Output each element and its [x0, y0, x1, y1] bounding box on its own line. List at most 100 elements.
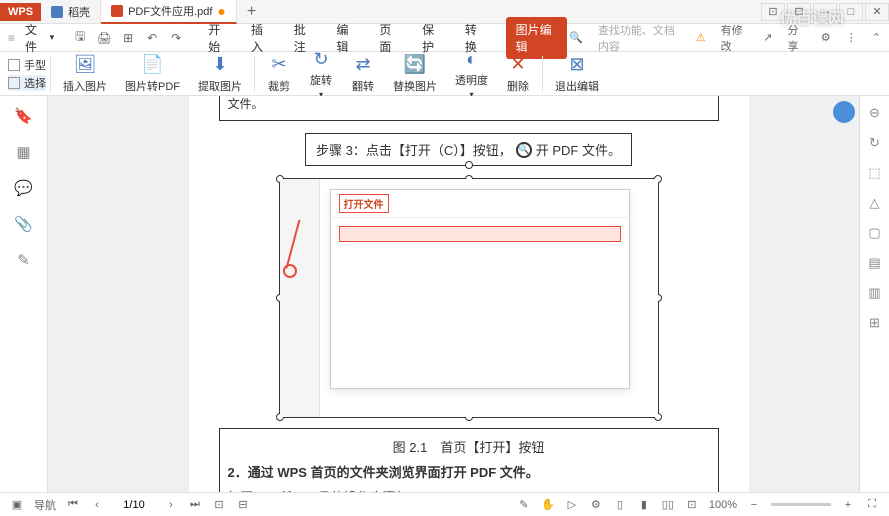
replace-icon: 🔄: [403, 54, 427, 76]
zoom-value[interactable]: 100%: [709, 499, 737, 511]
ribbon-tabs: 开始 插入 批注 编辑 页面 保护 转换 图片编辑: [206, 17, 567, 59]
file-list: [331, 218, 629, 264]
text-box-1: 文件。: [219, 96, 719, 121]
caption-bold: 2．通过 WPS 首页的文件夹浏览界面打开 PDF 文件。: [228, 462, 710, 481]
dialog-title: 打开文件: [331, 190, 629, 218]
bookmark-icon[interactable]: 🔖: [14, 106, 34, 126]
page-input[interactable]: [114, 499, 154, 511]
thumbnail-icon[interactable]: ▦: [14, 142, 34, 162]
comment-icon[interactable]: 💬: [14, 178, 34, 198]
undo-icon[interactable]: ↶: [144, 30, 160, 46]
file-row: [339, 242, 621, 256]
hand-tool[interactable]: 手型: [8, 57, 46, 73]
figure-caption: 图 2.1 首页【打开】按钮: [228, 437, 710, 456]
inner-sidebar: [280, 179, 320, 417]
tab-label: 稻壳: [68, 4, 90, 20]
warning-icon: ⚠: [696, 31, 706, 44]
close-button[interactable]: ✕: [865, 3, 889, 21]
crop-icon[interactable]: ⬚: [866, 164, 884, 182]
right-sidebar: ⊖ ↻ ⬚ △ ▢ ▤ ▥ ⊞: [859, 96, 889, 492]
text-line: 文件。: [228, 96, 710, 112]
hand-icon: [8, 59, 20, 71]
select-icon: [8, 77, 20, 89]
menubar: ≡ 文件 ▾ 🖫 🖨 ⊞ ↶ ↷ 开始 插入 批注 编辑 页面 保护 转换 图片…: [0, 24, 889, 52]
extract-image-tool[interactable]: ⬇提取图片: [190, 54, 250, 94]
caption-text: 如图 2.2 所示，具体操作步骤如下：: [228, 487, 710, 492]
step-text-b: 开 PDF 文件。: [536, 140, 621, 159]
delete-icon: ✕: [506, 54, 530, 76]
rotate-tool[interactable]: ↻旋转▾: [301, 48, 341, 99]
img-to-pdf-icon: 📄: [141, 54, 165, 76]
caption-box: 图 2.1 首页【打开】按钮 2．通过 WPS 首页的文件夹浏览界面打开 PDF…: [219, 428, 719, 492]
opacity-tool[interactable]: ◐透明度▾: [447, 48, 496, 99]
insert-image-icon: 🖼: [73, 54, 97, 76]
select-tool[interactable]: 选择: [8, 75, 46, 91]
open-file-dialog: 打开文件: [330, 189, 630, 389]
tab-page[interactable]: 页面: [377, 17, 402, 59]
zoom-slider[interactable]: [771, 503, 831, 506]
daoke-icon: [51, 6, 63, 18]
left-sidebar: 🔖 ▦ 💬 📎 ✎: [0, 96, 48, 492]
more-icon[interactable]: ⋮: [846, 31, 857, 44]
list-icon[interactable]: ▥: [866, 284, 884, 302]
gallery-icon[interactable]: ▢: [866, 224, 884, 242]
magnifier-icon: 🔍: [516, 142, 532, 158]
tab-protect[interactable]: 保护: [420, 17, 445, 59]
extract-image-icon: ⬇: [208, 54, 232, 76]
flip-tool[interactable]: ⇄翻转: [343, 54, 383, 94]
document-viewport[interactable]: ⊖ ↻ ⬚ △ ▢ ▤ ▥ ⊞ 文件。 步骤 3：点击【打开（C）】按钮， 🔍 …: [48, 96, 889, 492]
toolbar: 手型 选择 🖼插入图片 📄图片转PDF ⬇提取图片 ✂裁剪 ↻旋转▾ ⇄翻转 🔄…: [0, 52, 889, 96]
search-placeholder[interactable]: 查找功能、文档内容: [598, 22, 681, 54]
user-avatar[interactable]: [833, 101, 855, 123]
share-icon[interactable]: ↗: [763, 31, 772, 44]
refresh-icon[interactable]: ↻: [866, 134, 884, 152]
tool-mode-group: 手型 选择: [8, 57, 46, 91]
chevron-down-icon: ▾: [50, 32, 55, 43]
more-icon[interactable]: ⊞: [866, 314, 884, 332]
doc-icon[interactable]: ▤: [866, 254, 884, 272]
opacity-icon: ◐: [460, 48, 484, 70]
save-icon[interactable]: 🖫: [72, 30, 88, 46]
watermark: 优百课网: [780, 5, 844, 29]
insert-image-tool[interactable]: 🖼插入图片: [55, 54, 115, 94]
crop-tool[interactable]: ✂裁剪: [259, 54, 299, 94]
file-label: 文件: [25, 21, 47, 55]
rotate-icon: ↻: [309, 48, 333, 70]
crop-icon: ✂: [267, 54, 291, 76]
settings-icon[interactable]: ⚙: [821, 31, 831, 44]
nav-label[interactable]: 导航: [34, 497, 56, 513]
tab-image-edit[interactable]: 图片编辑: [506, 17, 568, 59]
flip-icon: ⇄: [351, 54, 375, 76]
tab-label: PDF文件应用.pdf: [128, 3, 212, 19]
replace-image-tool[interactable]: 🔄替换图片: [385, 54, 445, 94]
pdf-page: 文件。 步骤 3：点击【打开（C）】按钮， 🔍 开 PDF 文件。: [189, 96, 749, 492]
annotation-circle: [283, 264, 297, 278]
file-row-selected: [339, 226, 621, 242]
delete-tool[interactable]: ✕删除: [498, 54, 538, 94]
exit-edit-tool[interactable]: ⊠退出编辑: [547, 54, 607, 94]
search-icon[interactable]: 🔍: [569, 31, 583, 44]
main-area: 🔖 ▦ 💬 📎 ✎ ⊖ ↻ ⬚ △ ▢ ▤ ▥ ⊞ 文件。 步骤 3：点击【打开…: [0, 96, 889, 492]
selected-image[interactable]: 打开文件: [279, 178, 659, 418]
quick-access: 🖫 🖨 ⊞ ↶ ↷: [72, 30, 184, 46]
print-icon[interactable]: 🖨: [96, 30, 112, 46]
tab-insert[interactable]: 插入: [249, 17, 274, 59]
pdf-icon: [111, 5, 123, 17]
statusbar: ▣ 导航 ⏮ ‹ › ⏭ ⊡ ⊟ ✎ ✋ ▷ ⚙ ▯ ▮ ▯▯ ⊡ 100% −…: [0, 492, 889, 516]
qr-icon[interactable]: ⊞: [120, 30, 136, 46]
attachment-icon[interactable]: 📎: [14, 214, 34, 234]
zoom-out-icon[interactable]: ⊖: [866, 104, 884, 122]
warning-icon[interactable]: △: [866, 194, 884, 212]
file-menu[interactable]: 文件 ▾: [17, 19, 62, 57]
tab-start[interactable]: 开始: [206, 17, 231, 59]
redo-icon[interactable]: ↷: [168, 30, 184, 46]
modified-label: 有修改: [721, 22, 749, 54]
embedded-screenshot: 打开文件: [280, 179, 658, 417]
expand-icon[interactable]: ⌃: [872, 31, 881, 44]
menu-grip-icon: ≡: [8, 31, 15, 45]
rotate-handle[interactable]: [465, 161, 473, 169]
img-to-pdf-tool[interactable]: 📄图片转PDF: [117, 54, 188, 94]
step-text-a: 步骤 3：点击【打开（C）】按钮，: [316, 140, 512, 159]
exit-icon: ⊠: [565, 54, 589, 76]
signature-icon[interactable]: ✎: [14, 250, 34, 270]
